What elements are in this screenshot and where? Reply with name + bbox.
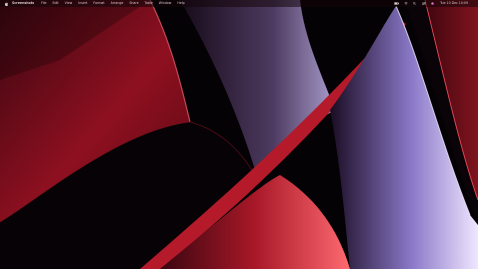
menu-view[interactable]: View [65,0,73,7]
menu-window[interactable]: Window [159,0,172,7]
search-icon[interactable] [412,0,417,7]
control-center-icon[interactable] [421,0,426,7]
menu-bar-clock[interactable]: Tue 10 Dec 10:09 [440,0,468,7]
menu-edit[interactable]: Edit [52,0,58,7]
menu-arrange[interactable]: Arrange [111,0,124,7]
wifi-icon[interactable] [403,0,408,7]
menu-app-name[interactable]: Screenshots [12,0,34,7]
menu-help[interactable]: Help [177,0,184,7]
desktop-wallpaper [0,0,478,269]
battery-icon[interactable] [394,0,400,7]
siri-icon[interactable] [430,0,435,7]
menu-file[interactable]: File [41,0,46,7]
apple-menu-icon[interactable] [4,0,8,7]
menu-insert[interactable]: Insert [78,0,87,7]
desktop: Screenshots File Edit View Insert Format… [0,0,478,269]
menu-table[interactable]: Table [145,0,153,7]
menu-share[interactable]: Share [129,0,138,7]
menu-format[interactable]: Format [93,0,104,7]
menu-bar: Screenshots File Edit View Insert Format… [0,0,478,7]
